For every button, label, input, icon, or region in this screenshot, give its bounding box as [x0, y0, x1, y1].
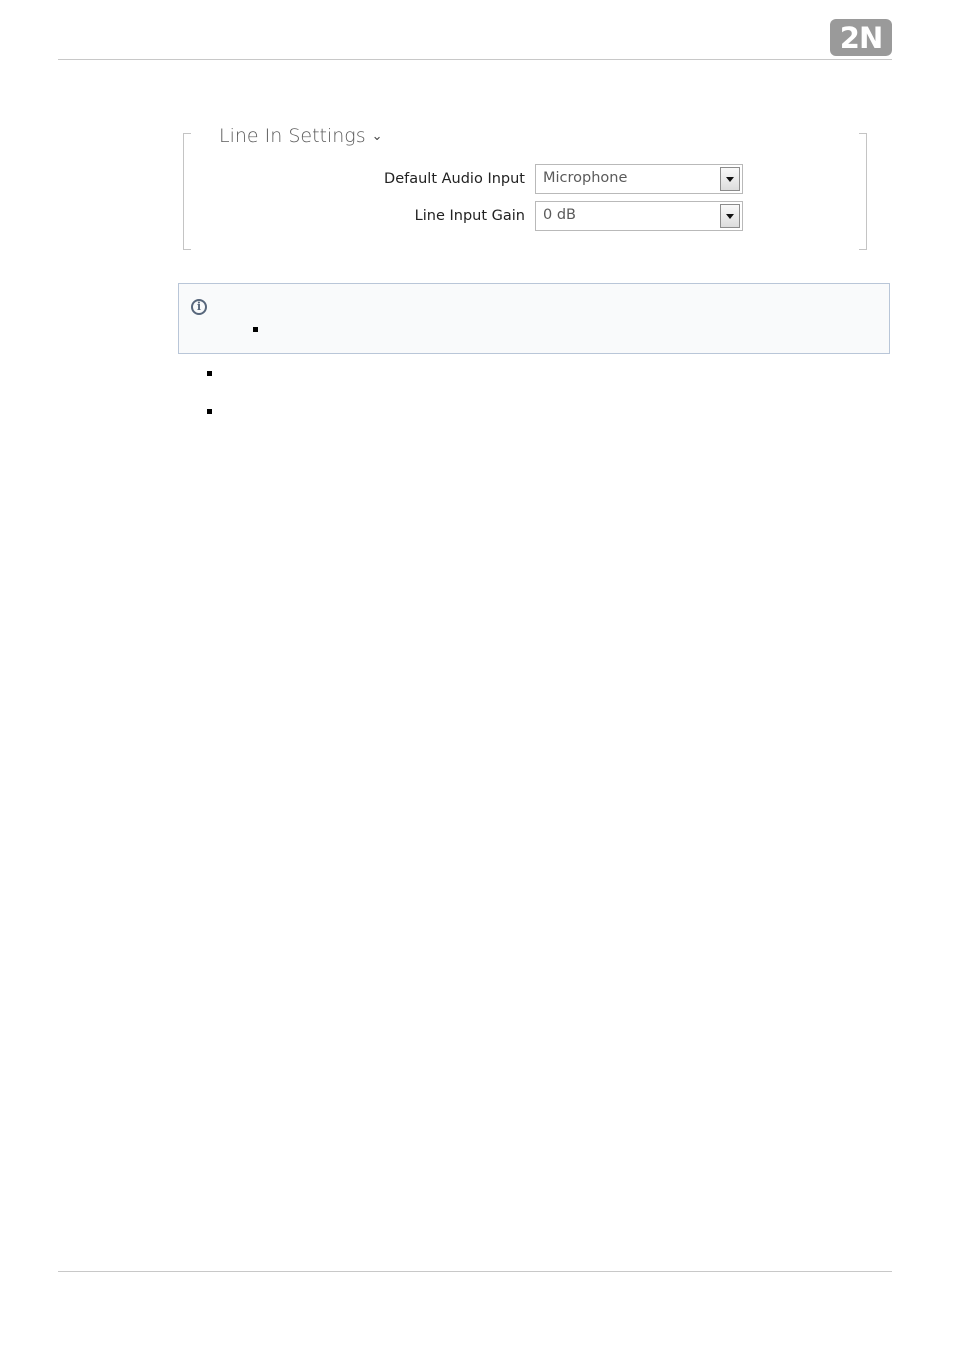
dropdown-arrow-icon[interactable] [720, 167, 740, 191]
line-input-gain-select[interactable]: 0 dB [535, 201, 743, 231]
brand-logo: 2N [830, 19, 892, 56]
panel-bracket-left [183, 133, 191, 250]
header-divider [58, 59, 892, 60]
list-bullet [253, 327, 258, 332]
line-input-gain-value: 0 dB [543, 207, 576, 223]
section-header-line-in-settings[interactable]: Line In Settings ⌄ [219, 125, 383, 147]
info-box: i [178, 283, 890, 354]
list-bullet [207, 409, 212, 414]
default-audio-input-value: Microphone [543, 170, 628, 186]
section-title: Line In Settings [219, 125, 366, 147]
list-bullet [207, 371, 212, 376]
footer-divider [58, 1271, 892, 1272]
line-input-gain-label: Line Input Gain [414, 208, 525, 224]
default-audio-input-label: Default Audio Input [384, 171, 525, 187]
chevron-down-icon: ⌄ [371, 129, 383, 144]
dropdown-arrow-icon[interactable] [720, 204, 740, 228]
default-audio-input-select[interactable]: Microphone [535, 164, 743, 194]
info-icon: i [191, 299, 207, 315]
panel-bracket-right [859, 133, 867, 250]
